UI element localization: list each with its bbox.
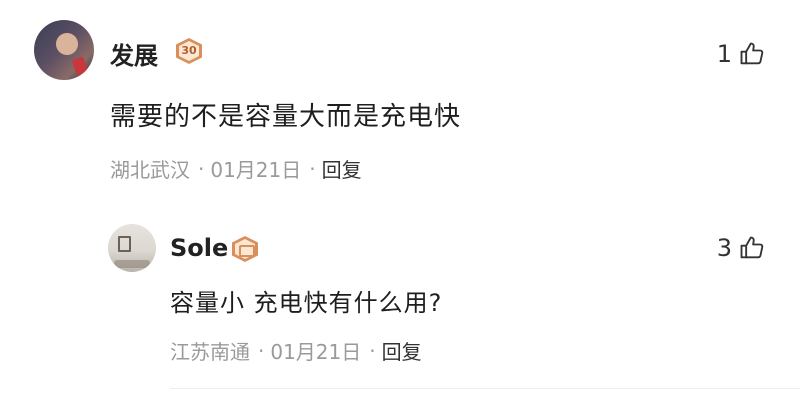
author-name[interactable]: Sole	[170, 234, 228, 262]
separator: ·	[258, 338, 265, 363]
reply-button[interactable]: 回复	[322, 154, 362, 183]
like-count: 1	[716, 40, 732, 68]
author-name[interactable]: 发展	[110, 36, 158, 71]
avatar[interactable]	[34, 20, 94, 80]
comment-text: 需要的不是容量大而是充电快	[110, 102, 462, 132]
avatar[interactable]	[108, 224, 156, 272]
divider	[170, 388, 800, 389]
separator: ·	[198, 156, 205, 181]
reply-item: Sole 3 容量小 充电快有什么用? 江苏南通 · 01月21日 · 回复	[0, 214, 800, 394]
date: 01月21日	[210, 158, 302, 182]
date: 01月21日	[270, 340, 362, 364]
level-number: 30	[181, 44, 197, 57]
location: 湖北武汉	[110, 158, 190, 182]
separator: ·	[369, 338, 376, 363]
like-button[interactable]: 3	[717, 234, 766, 262]
separator: ·	[309, 156, 316, 181]
comment-meta: 湖北武汉 · 01月21日 · 回复	[110, 154, 362, 183]
level-badge-icon: 30	[176, 38, 202, 64]
cup-badge-icon	[232, 236, 258, 262]
thumbs-up-icon	[740, 236, 764, 259]
like-button[interactable]: 1	[717, 40, 766, 68]
like-count: 3	[716, 234, 732, 262]
thumbs-up-icon	[740, 42, 764, 65]
comment-text: 容量小 充电快有什么用?	[170, 289, 443, 317]
reply-button[interactable]: 回复	[382, 336, 422, 365]
comment-meta: 江苏南通 · 01月21日 · 回复	[170, 336, 422, 365]
comment-item: 发展 30 1 需要的不是容量大而是充电快 湖北武汉 · 01月21日 · 回复	[0, 0, 800, 200]
location: 江苏南通	[170, 340, 250, 364]
